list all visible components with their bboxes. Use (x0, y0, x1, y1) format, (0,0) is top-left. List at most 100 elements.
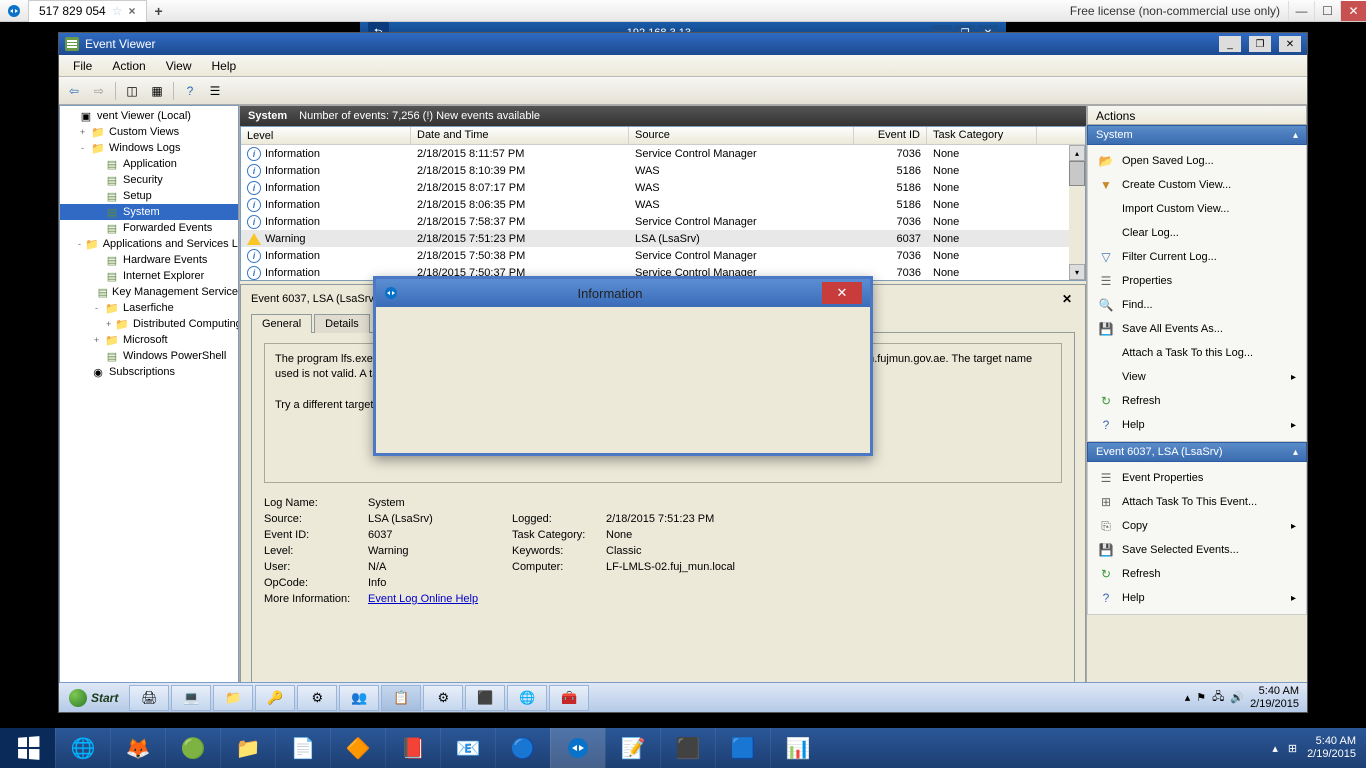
event-row[interactable]: iInformation2/18/2015 8:11:57 PMService … (241, 145, 1085, 162)
action-item[interactable]: ▽Filter Current Log... (1088, 245, 1306, 269)
taskbar-outlook[interactable]: 📧 (440, 728, 495, 768)
col-level[interactable]: Level (241, 127, 411, 144)
event-row[interactable]: Warning2/18/2015 7:51:23 PMLSA (LsaSrv)6… (241, 230, 1085, 247)
action-item[interactable]: ↻Refresh (1088, 562, 1306, 586)
taskbar-item[interactable]: 🧰 (549, 685, 589, 711)
tree-item[interactable]: -📁Windows Logs (60, 140, 238, 156)
action-item[interactable]: ↻Refresh (1088, 389, 1306, 413)
tree-item[interactable]: ◉Subscriptions (60, 364, 238, 380)
taskbar-word[interactable]: 📄 (275, 728, 330, 768)
tree-item[interactable]: ▤Security (60, 172, 238, 188)
remote-clock[interactable]: 5:40 AM2/19/2015 (1250, 685, 1299, 709)
tree-item[interactable]: +📁Distributed Computing Cluster (60, 316, 238, 332)
action-item[interactable]: ?Help▸ (1088, 413, 1306, 437)
taskbar-item[interactable]: 🖨 (129, 685, 169, 711)
action-item[interactable]: ?Help▸ (1088, 586, 1306, 610)
event-list-scrollbar[interactable]: ▴ ▾ (1069, 145, 1085, 280)
tree-item[interactable]: +📁Custom Views (60, 124, 238, 140)
taskbar-cmd[interactable]: ⬛ (660, 728, 715, 768)
event-row[interactable]: iInformation2/18/2015 8:06:35 PMWAS5186N… (241, 196, 1085, 213)
col-source[interactable]: Source (629, 127, 854, 144)
close-button[interactable]: ✕ (1340, 1, 1366, 21)
taskbar-teamviewer[interactable] (550, 728, 605, 768)
col-taskcategory[interactable]: Task Category (927, 127, 1037, 144)
action-item[interactable]: 💾Save Selected Events... (1088, 538, 1306, 562)
action-item[interactable]: Attach a Task To this Log... (1088, 341, 1306, 365)
taskbar-item[interactable]: 💻 (171, 685, 211, 711)
back-button[interactable]: ⇦ (63, 80, 85, 102)
tab-details[interactable]: Details (314, 314, 370, 333)
forward-button[interactable]: ⇨ (88, 80, 110, 102)
detail-close-icon[interactable]: ✕ (1059, 291, 1075, 307)
action-item[interactable]: ⎘Copy▸ (1088, 514, 1306, 538)
tree-item[interactable]: ▤Hardware Events (60, 252, 238, 268)
menu-file[interactable]: File (63, 57, 102, 75)
tray-chevron-icon[interactable]: ▴ (1272, 742, 1278, 755)
taskbar-app2[interactable]: 🟦 (715, 728, 770, 768)
scroll-up-icon[interactable]: ▴ (1069, 145, 1085, 161)
tree-item[interactable]: ▤Key Management Service (60, 284, 238, 300)
maximize-button[interactable]: ☐ (1314, 1, 1340, 21)
show-tree-button[interactable]: ◫ (121, 80, 143, 102)
show-desktop-icon[interactable]: ⊞ (1288, 742, 1297, 755)
scroll-down-icon[interactable]: ▾ (1069, 264, 1085, 280)
tree-item[interactable]: ▣vent Viewer (Local) (60, 108, 238, 124)
action-item[interactable]: ▼Create Custom View... (1088, 173, 1306, 197)
action-item[interactable]: 🔍Find... (1088, 293, 1306, 317)
favorite-icon[interactable]: ☆ (112, 4, 123, 18)
event-row[interactable]: iInformation2/18/2015 8:10:39 PMWAS5186N… (241, 162, 1085, 179)
actions-group-event[interactable]: Event 6037, LSA (LsaSrv)▴ (1087, 442, 1307, 462)
tray-sound-icon[interactable]: 🔊 (1230, 691, 1244, 704)
event-row[interactable]: iInformation2/18/2015 7:58:37 PMService … (241, 213, 1085, 230)
tray-network-icon[interactable]: 🖧 (1212, 688, 1224, 707)
taskbar-skype[interactable]: 🔵 (495, 728, 550, 768)
action-item[interactable]: Clear Log... (1088, 221, 1306, 245)
add-tab-button[interactable]: + (147, 1, 171, 21)
properties-button[interactable]: ☰ (204, 80, 226, 102)
tree-item[interactable]: ▤Windows PowerShell (60, 348, 238, 364)
taskbar-item[interactable]: 📁 (213, 685, 253, 711)
tray-flag-icon[interactable]: ⚑ (1196, 691, 1206, 704)
action-item[interactable]: ⊞Attach Task To This Event... (1088, 490, 1306, 514)
local-clock[interactable]: 5:40 AM2/19/2015 (1307, 735, 1356, 761)
taskbar-item[interactable]: 👥 (339, 685, 379, 711)
taskbar-item[interactable]: ⚙ (297, 685, 337, 711)
menu-help[interactable]: Help (202, 57, 247, 75)
tab-general[interactable]: General (251, 314, 312, 333)
actions-group-system[interactable]: System▴ (1087, 125, 1307, 145)
tree-item[interactable]: -📁Laserfiche (60, 300, 238, 316)
windows-start-button[interactable] (0, 728, 55, 768)
expand-icon[interactable]: + (78, 127, 87, 137)
taskbar-pdf[interactable]: 📕 (385, 728, 440, 768)
taskbar-item[interactable]: ⚙ (423, 685, 463, 711)
menu-action[interactable]: Action (102, 57, 155, 75)
tree-item[interactable]: ▤Application (60, 156, 238, 172)
taskbar-firefox[interactable]: 🦊 (110, 728, 165, 768)
tree-item[interactable]: +📁Microsoft (60, 332, 238, 348)
event-row[interactable]: iInformation2/18/2015 8:07:17 PMWAS5186N… (241, 179, 1085, 196)
col-datetime[interactable]: Date and Time (411, 127, 629, 144)
teamviewer-tab[interactable]: 517 829 054 ☆ × (28, 0, 147, 22)
win-minimize[interactable]: _ (1219, 36, 1241, 52)
taskbar-item[interactable]: ⬛ (465, 685, 505, 711)
taskbar-item[interactable]: 📋 (381, 685, 421, 711)
tree-item[interactable]: ▤System (60, 204, 238, 220)
tray-chevron-icon[interactable]: ▴ (1185, 691, 1191, 704)
start-button[interactable]: Start (59, 683, 128, 713)
col-eventid[interactable]: Event ID (854, 127, 927, 144)
action-item[interactable]: ☰Event Properties (1088, 466, 1306, 490)
action-item[interactable]: ☰Properties (1088, 269, 1306, 293)
action-item[interactable]: 📂Open Saved Log... (1088, 149, 1306, 173)
tree-item[interactable]: ▤Internet Explorer (60, 268, 238, 284)
minimize-button[interactable]: — (1288, 1, 1314, 21)
taskbar-item[interactable]: 🔑 (255, 685, 295, 711)
tab-close-icon[interactable]: × (129, 4, 136, 18)
action-item[interactable]: View▸ (1088, 365, 1306, 389)
taskbar-item[interactable]: 🌐 (507, 685, 547, 711)
taskbar-explorer[interactable]: 📁 (220, 728, 275, 768)
scroll-thumb[interactable] (1069, 161, 1085, 186)
expand-icon[interactable]: - (92, 303, 101, 313)
action-item[interactable]: Import Custom View... (1088, 197, 1306, 221)
event-log-help-link[interactable]: Event Log Online Help (368, 593, 478, 605)
win-close[interactable]: ✕ (1279, 36, 1301, 52)
